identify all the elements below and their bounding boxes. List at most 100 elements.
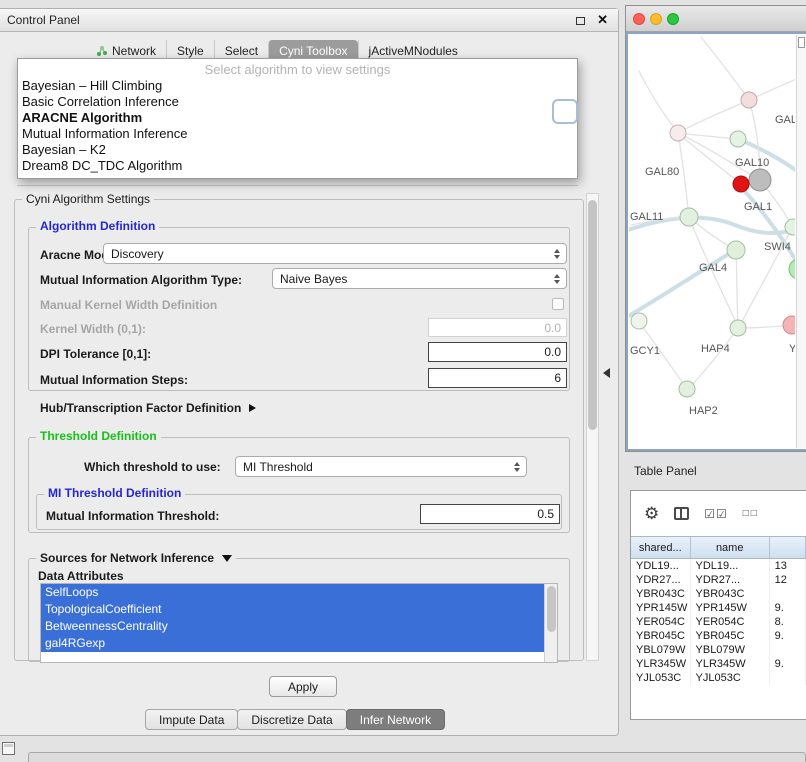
algorithm-option[interactable]: Bayesian – Hill Climbing — [18, 78, 577, 94]
node-label: SWI4 — [764, 241, 791, 253]
algorithm-option[interactable]: Mutual Information Inference — [18, 126, 577, 142]
aracne-mode-value: Discovery — [104, 247, 549, 261]
table-row[interactable]: YBR043CYBR043C — [631, 587, 806, 601]
table-row[interactable]: YDL19...YDL19...13 — [631, 559, 806, 573]
node-label: GAL1 — [744, 201, 772, 213]
apply-button[interactable]: Apply — [269, 676, 337, 697]
network-edge[interactable] — [678, 100, 749, 133]
table-cell: YDL19... — [691, 559, 770, 573]
network-node[interactable] — [741, 92, 757, 108]
table-cell: YLR345W — [691, 657, 770, 671]
table-column-header[interactable] — [770, 537, 806, 558]
table-cell: 9. — [770, 601, 806, 615]
close-window-icon[interactable] — [633, 13, 645, 25]
data-attribute-item[interactable]: gal4RGexp — [41, 635, 544, 652]
scrollbar-thumb[interactable] — [547, 586, 556, 632]
bottom-tab-discretize-data[interactable]: Discretize Data — [237, 709, 346, 730]
control-panel-title: Control Panel — [7, 13, 80, 27]
mi-steps-label: Mutual Information Steps: — [40, 373, 188, 387]
aracne-mode-combobox[interactable]: Discovery — [103, 243, 567, 264]
table-row[interactable]: YBL079WYBL079W — [631, 643, 806, 657]
network-node[interactable] — [789, 259, 795, 279]
table-row[interactable]: YER054CYER054C8. — [631, 615, 806, 629]
mi-threshold-definition-title: MI Threshold Definition — [44, 487, 185, 500]
table-cell: YJL053C — [631, 671, 691, 685]
mi-algorithm-type-value: Naive Bayes — [273, 272, 549, 286]
mi-algorithm-type-combobox[interactable]: Naive Bayes — [272, 268, 567, 289]
hub-definition-expander[interactable]: Hub/Transcription Factor Definition — [40, 401, 256, 415]
table-cell: 8. — [770, 615, 806, 629]
algorithm-option[interactable]: ARACNE Algorithm — [18, 110, 577, 126]
mi-algorithm-type-label: Mutual Information Algorithm Type: — [40, 273, 242, 287]
network-node[interactable] — [733, 176, 749, 192]
settings-scrollbar[interactable] — [586, 193, 599, 661]
network-edge[interactable] — [701, 37, 749, 100]
select-all-icon[interactable]: ☑☑ — [704, 507, 728, 521]
table-row[interactable]: YJL053CYJL053C — [631, 671, 806, 685]
combo-arrows-icon — [509, 462, 524, 472]
algorithm-option[interactable]: Bayesian – K2 — [18, 142, 577, 158]
network-node[interactable] — [783, 316, 795, 334]
network-node[interactable] — [730, 320, 746, 336]
columns-icon[interactable] — [674, 507, 689, 520]
list-scrollbar[interactable] — [544, 584, 557, 662]
network-node[interactable] — [680, 208, 698, 226]
network-node[interactable] — [670, 125, 686, 141]
gear-icon[interactable]: ⚙ — [644, 505, 659, 522]
dpi-tolerance-field[interactable]: 0.0 — [428, 342, 567, 362]
table-row[interactable]: YPR145WYPR145W9. — [631, 601, 806, 615]
table-row[interactable]: YLR345WYLR345W9. — [631, 657, 806, 671]
node-label: GAL80 — [645, 166, 679, 178]
manual-kernel-checkbox[interactable] — [552, 298, 564, 310]
network-edge[interactable] — [736, 250, 738, 327]
network-node[interactable] — [631, 313, 647, 329]
network-edge[interactable] — [689, 328, 738, 388]
table-column-header[interactable]: shared... — [631, 537, 691, 558]
mi-steps-field[interactable]: 6 — [428, 368, 567, 388]
node-label: GAL11 — [630, 211, 663, 223]
mi-threshold-field[interactable]: 0.5 — [420, 504, 560, 524]
network-node[interactable] — [679, 381, 695, 397]
close-panel-icon[interactable]: ✕ — [597, 12, 608, 28]
data-attribute-item[interactable]: BetweennessCentrality — [41, 618, 544, 635]
threshold-definition-title: Threshold Definition — [36, 430, 161, 443]
algorithm-option[interactable]: Basic Correlation Inference — [18, 94, 577, 110]
network-edge[interactable] — [629, 250, 735, 317]
table-cell: YDL19... — [631, 559, 691, 573]
table-cell: YBR045C — [631, 629, 691, 643]
network-node[interactable] — [749, 169, 771, 191]
table-cell: YPR145W — [631, 601, 691, 615]
birdseye-icon[interactable] — [798, 37, 805, 48]
panel-splitter-handle[interactable] — [603, 368, 610, 378]
collapsed-panel-icon[interactable] — [2, 742, 15, 755]
network-node[interactable] — [730, 131, 746, 147]
table-panel-window: ⚙ ☑☑ □□ shared...name YDL19...YDL19...13… — [630, 490, 806, 720]
minimize-window-icon[interactable] — [650, 13, 662, 25]
algorithm-option[interactable]: Dream8 DC_TDC Algorithm — [18, 158, 577, 174]
sources-expander[interactable]: Sources for Network Inference — [36, 551, 236, 565]
zoom-window-icon[interactable] — [667, 13, 679, 25]
network-node[interactable] — [727, 241, 745, 259]
table-column-header[interactable]: name — [691, 537, 770, 558]
expander-arrow-icon — [249, 404, 256, 412]
node-label: Y — [789, 343, 795, 355]
network-edge[interactable] — [678, 133, 689, 217]
bottom-tab-impute-data[interactable]: Impute Data — [145, 709, 238, 730]
network-scrollbar[interactable] — [796, 35, 806, 448]
bottom-tab-infer-network[interactable]: Infer Network — [346, 709, 445, 730]
table-row[interactable]: YDR27...YDR27...12 — [631, 573, 806, 587]
data-attributes-list[interactable]: SelfLoopsTopologicalCoefficientBetweenne… — [40, 583, 558, 663]
kernel-width-field: 0.0 — [428, 318, 567, 337]
network-tab-icon — [96, 45, 108, 57]
which-threshold-combobox[interactable]: MI Threshold — [235, 456, 527, 477]
scrollbar-thumb[interactable] — [588, 200, 597, 430]
table-cell — [770, 587, 806, 601]
tab-label: Network — [112, 44, 156, 58]
data-attribute-item[interactable]: SelfLoops — [41, 584, 544, 601]
float-panel-icon[interactable] — [576, 17, 585, 25]
deselect-all-icon[interactable]: □□ — [743, 508, 759, 519]
network-canvas[interactable]: GAL8GAL80GAL10GAL11GAL1SWI4GAL4GCY1HAP4H… — [629, 35, 795, 449]
table-row[interactable]: YBR045CYBR045C9. — [631, 629, 806, 643]
data-attribute-item[interactable]: TopologicalCoefficient — [41, 601, 544, 618]
network-edge[interactable] — [639, 71, 678, 133]
